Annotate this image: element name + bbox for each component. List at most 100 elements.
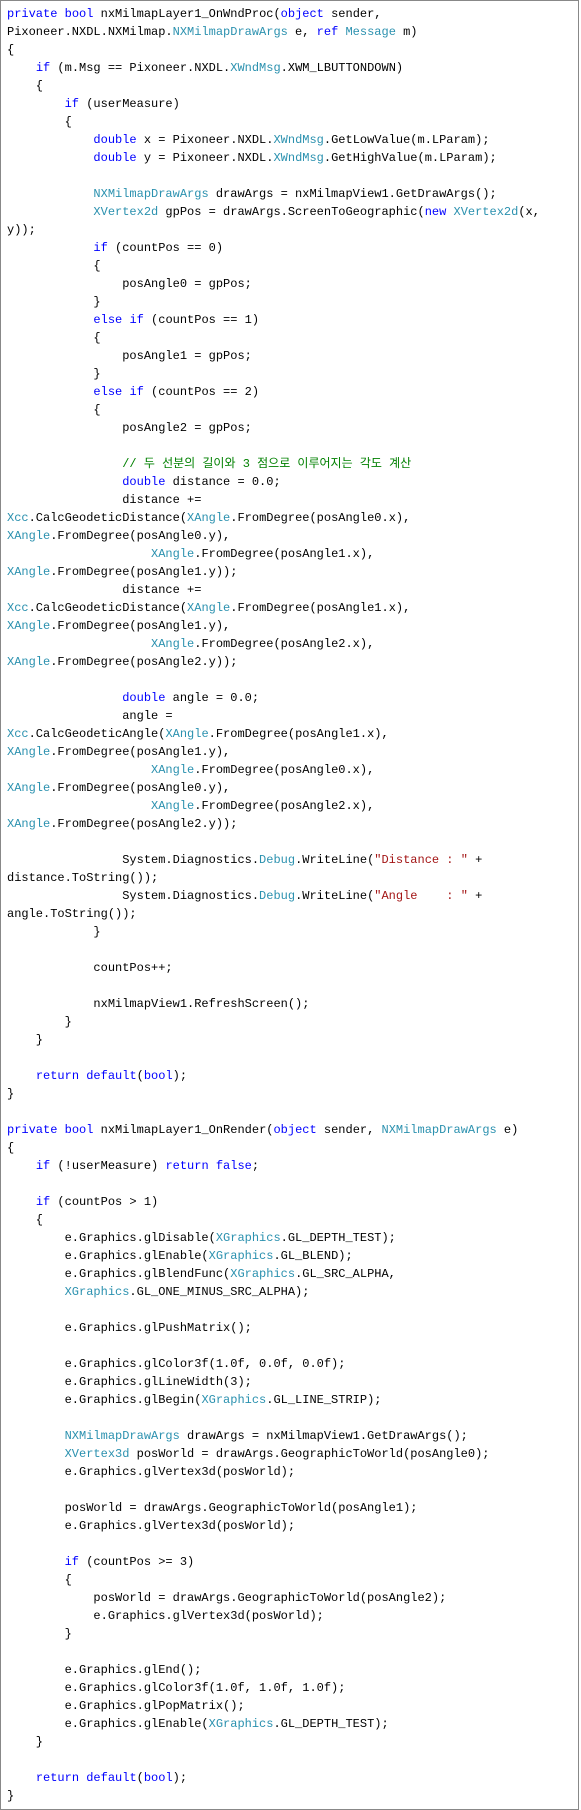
code-line: e.Graphics.glVertex3d(posWorld);	[7, 1463, 572, 1481]
code-token: XAngle	[151, 547, 194, 561]
code-line: XGraphics.GL_ONE_MINUS_SRC_ALPHA);	[7, 1283, 572, 1301]
code-token: posWorld = drawArgs.GeographicToWorld(po…	[129, 1447, 489, 1461]
code-line: private bool nxMilmapLayer1_OnRender(obj…	[7, 1121, 572, 1139]
code-line: e.Graphics.glVertex3d(posWorld);	[7, 1517, 572, 1535]
code-token	[7, 439, 14, 453]
code-line: if (countPos > 1)	[7, 1193, 572, 1211]
code-line: XVertex3d posWorld = drawArgs.Geographic…	[7, 1445, 572, 1463]
code-token: .GL_SRC_ALPHA,	[295, 1267, 403, 1281]
code-line: return default(bool);	[7, 1769, 572, 1787]
code-line	[7, 833, 572, 851]
code-line: e.Graphics.glEnd();	[7, 1661, 572, 1679]
code-token	[7, 205, 93, 219]
code-token: gpPos = drawArgs.ScreenToGeographic(	[158, 205, 424, 219]
code-token: XAngle	[7, 655, 50, 669]
code-token: .WriteLine(	[295, 853, 374, 867]
code-token: double	[122, 475, 165, 489]
code-line	[7, 671, 572, 689]
code-token: {	[7, 79, 43, 93]
code-token: (countPos > 1)	[50, 1195, 158, 1209]
code-token	[7, 835, 14, 849]
code-token: e.Graphics.glColor3f(1.0f, 0.0f, 0.0f);	[7, 1357, 345, 1371]
code-line: else if (countPos == 1)	[7, 311, 572, 329]
code-token: sender,	[324, 7, 389, 21]
code-line: e.Graphics.glColor3f(1.0f, 0.0f, 0.0f);	[7, 1355, 572, 1373]
code-token: {	[7, 331, 101, 345]
code-line: if (m.Msg == Pixoneer.NXDL.XWndMsg.XWM_L…	[7, 59, 572, 77]
code-token: }	[7, 1789, 14, 1803]
code-line: }	[7, 1733, 572, 1751]
code-line: XVertex2d gpPos = drawArgs.ScreenToGeogr…	[7, 203, 572, 221]
code-line: double x = Pixoneer.NXDL.XWndMsg.GetLowV…	[7, 131, 572, 149]
code-token: posWorld = drawArgs.GeographicToWorld(po…	[7, 1501, 417, 1515]
code-token: .FromDegree(posAngle2.x),	[194, 799, 381, 813]
code-line	[7, 1049, 572, 1067]
code-token: (countPos == 2)	[144, 385, 259, 399]
code-line: Pixoneer.NXDL.NXMilmap.NXMilmapDrawArgs …	[7, 23, 572, 41]
code-token: NXMilmapDrawArgs	[93, 187, 208, 201]
code-line: posAngle1 = gpPos;	[7, 347, 572, 365]
code-line: }	[7, 293, 572, 311]
code-token: +	[468, 889, 490, 903]
code-token	[7, 187, 93, 201]
code-token: if	[36, 1195, 50, 1209]
code-token	[57, 1123, 64, 1137]
code-token: (countPos == 1)	[144, 313, 259, 327]
code-token: bool	[144, 1069, 173, 1083]
code-token: posWorld = drawArgs.GeographicToWorld(po…	[7, 1591, 446, 1605]
code-line: e.Graphics.glColor3f(1.0f, 1.0f, 1.0f);	[7, 1679, 572, 1697]
code-token: .FromDegree(posAngle2.y));	[50, 817, 237, 831]
code-token: .CalcGeodeticDistance(	[29, 511, 187, 525]
code-token: if	[36, 1159, 50, 1173]
code-line: e.Graphics.glVertex3d(posWorld);	[7, 1607, 572, 1625]
code-token: (!userMeasure)	[50, 1159, 165, 1173]
code-token: return	[165, 1159, 208, 1173]
code-line	[7, 167, 572, 185]
code-line: XAngle.FromDegree(posAngle0.y),	[7, 779, 572, 797]
code-token: e.Graphics.glBlendFunc(	[7, 1267, 230, 1281]
code-token: Xcc	[7, 601, 29, 615]
code-token	[57, 7, 64, 21]
code-line: if (!userMeasure) return false;	[7, 1157, 572, 1175]
code-line: distance +=	[7, 581, 572, 599]
code-line	[7, 941, 572, 959]
code-token: .FromDegree(posAngle1.x),	[230, 601, 417, 615]
code-token: System.Diagnostics.	[7, 853, 259, 867]
code-token: countPos++;	[7, 961, 173, 975]
code-token: .GL_LINE_STRIP);	[266, 1393, 381, 1407]
code-token: .FromDegree(posAngle0.y),	[50, 781, 230, 795]
code-token: XVertex2d	[454, 205, 519, 219]
code-line: NXMilmapDrawArgs drawArgs = nxMilmapView…	[7, 1427, 572, 1445]
code-line: Xcc.CalcGeodeticDistance(XAngle.FromDegr…	[7, 599, 572, 617]
code-line: distance +=	[7, 491, 572, 509]
code-token: return	[36, 1771, 79, 1785]
code-token: XAngle	[151, 799, 194, 813]
code-token: distance = 0.0;	[165, 475, 280, 489]
code-line: {	[7, 41, 572, 59]
code-token: if	[36, 61, 50, 75]
code-token	[7, 97, 65, 111]
code-token: {	[7, 403, 101, 417]
code-token: .GL_BLEND);	[273, 1249, 352, 1263]
code-line: posWorld = drawArgs.GeographicToWorld(po…	[7, 1499, 572, 1517]
code-line	[7, 1337, 572, 1355]
code-line: }	[7, 1031, 572, 1049]
code-token: +	[468, 853, 490, 867]
code-token: );	[173, 1069, 187, 1083]
code-line: Xcc.CalcGeodeticDistance(XAngle.FromDegr…	[7, 509, 572, 527]
code-line: if (countPos == 0)	[7, 239, 572, 257]
code-token: sender,	[317, 1123, 382, 1137]
code-token: bool	[65, 1123, 94, 1137]
code-token: y = Pixoneer.NXDL.	[137, 151, 274, 165]
code-token: bool	[65, 7, 94, 21]
code-token: XAngle	[165, 727, 208, 741]
code-token: false	[216, 1159, 252, 1173]
code-line: Xcc.CalcGeodeticAngle(XAngle.FromDegree(…	[7, 725, 572, 743]
code-token: }	[7, 1015, 72, 1029]
code-token: if	[65, 1555, 79, 1569]
code-token	[7, 457, 122, 471]
code-token: XWndMsg	[273, 151, 323, 165]
code-token: XGraphics	[201, 1393, 266, 1407]
code-token: e.Graphics.glColor3f(1.0f, 1.0f, 1.0f);	[7, 1681, 345, 1695]
code-line: posAngle2 = gpPos;	[7, 419, 572, 437]
